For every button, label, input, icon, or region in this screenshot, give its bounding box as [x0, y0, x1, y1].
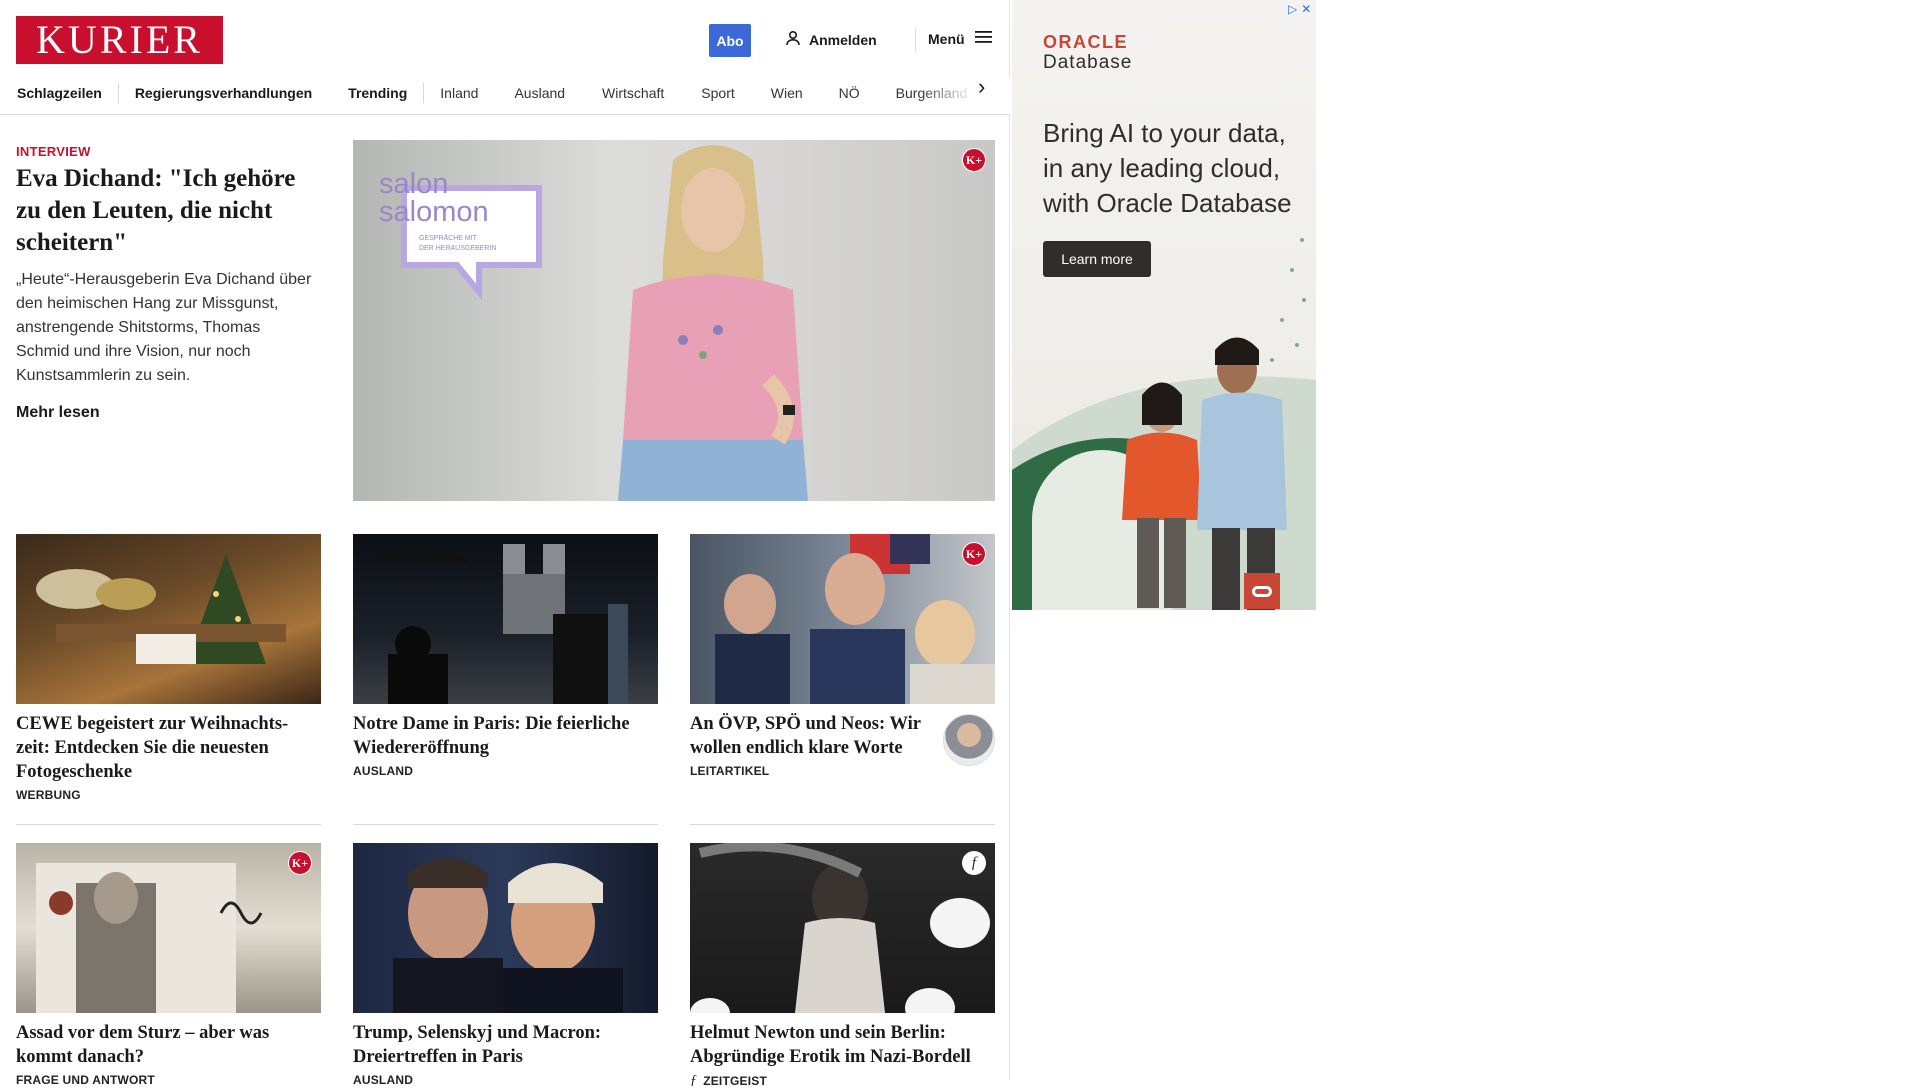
nav-fade	[920, 78, 1010, 114]
article-title[interactable]: Assad vor dem Sturz – aber was kommt dan…	[16, 1021, 321, 1069]
article-title[interactable]: Helmut Newton und sein Berlin: Abgründig…	[690, 1021, 995, 1069]
ad-illustration	[1012, 238, 1316, 610]
nav-item-regierungsverhandlungen[interactable]: Regierungsverhandlungen	[135, 81, 312, 105]
article-image[interactable]: K+	[16, 843, 321, 1013]
macron-trump-photo	[393, 858, 623, 1013]
newton-photo	[690, 843, 990, 1013]
category-label: AUSLAND	[353, 764, 414, 778]
salon-word: salon	[379, 168, 449, 200]
hero-title[interactable]: Eva Dichand: "Ich gehöre zu den Leuten, …	[16, 163, 316, 259]
hamburger-icon	[974, 30, 993, 47]
row-divider	[353, 824, 658, 825]
notre-dame-photo	[373, 544, 628, 704]
nav-item-wien[interactable]: Wien	[771, 81, 803, 105]
row-divider	[16, 824, 321, 825]
nav-scroll-right-icon[interactable]: ›	[978, 76, 985, 98]
assad-poster-photo	[36, 863, 263, 1013]
category-label: AUSLAND	[353, 1073, 414, 1087]
kplus-badge-icon: K+	[288, 851, 312, 875]
feature-badge-icon: f	[962, 851, 986, 875]
read-more-link[interactable]: Mehr lesen	[16, 404, 100, 422]
salomon-word: salomon	[379, 196, 489, 228]
menu-button[interactable]: Menü	[928, 30, 993, 47]
article-title[interactable]: An ÖVP, SPÖ und Neos: Wir wollen endlich…	[690, 712, 935, 760]
hero-teaser: „Heute“-Herausgeberin Eva Dichand über d…	[16, 271, 312, 384]
article-title[interactable]: Trump, Selenskyj und Macron: Dreiertreff…	[353, 1021, 658, 1069]
salon-subtitle-2: DER HERAUSGEBERIN	[419, 245, 497, 252]
article-image[interactable]	[353, 534, 658, 704]
article-card[interactable]: K+ Assad vor dem Sturz – aber was kommt …	[16, 843, 321, 1087]
category-label: ZEITGEIST	[703, 1074, 768, 1088]
article-image[interactable]: K+	[690, 534, 995, 704]
hero-image[interactable]: salon salomon GESPRÄCHE MIT DER HERAUSGE…	[353, 140, 995, 501]
article-card[interactable]: f Helmut Newton und sein Berlin: Abgründ…	[690, 843, 995, 1089]
menu-label: Menü	[928, 30, 965, 47]
nav-item-wirtschaft[interactable]: Wirtschaft	[602, 81, 664, 105]
article-category: FRAGE UND ANTWORT	[16, 1073, 321, 1087]
ad-info-icon[interactable]: ▷	[1288, 2, 1297, 16]
kplus-badge-icon: K+	[962, 542, 986, 566]
nav-divider	[423, 83, 425, 103]
feature-icon: ƒ	[690, 1073, 698, 1088]
row-divider	[690, 824, 995, 825]
article-title[interactable]: CEWE begeistert zur Weihnachts-zeit: Ent…	[16, 712, 321, 784]
article-card[interactable]: K+ An ÖVP, SPÖ und Neos: Wir wollen endl…	[690, 534, 995, 778]
christmas-photo	[36, 554, 286, 664]
article-category: LEITARTIKEL	[690, 764, 995, 778]
nav-item-ausland[interactable]: Ausland	[514, 81, 565, 105]
nav-divider	[117, 83, 119, 103]
author-avatar[interactable]	[943, 714, 995, 766]
ad-choices[interactable]: ▷ ✕	[1288, 2, 1311, 16]
header-divider	[915, 28, 916, 52]
article-category: AUSLAND	[353, 1073, 658, 1087]
hero-kicker: INTERVIEW	[16, 144, 91, 159]
article-card[interactable]: Trump, Selenskyj und Macron: Dreiertreff…	[353, 843, 658, 1087]
politicians-photo	[715, 534, 995, 704]
news-site: KURIER Abo Anmelden Menü Schlagzeilen Re…	[0, 0, 1010, 1088]
nav-item-sport[interactable]: Sport	[701, 81, 734, 105]
article-image[interactable]	[353, 843, 658, 1013]
user-icon	[785, 30, 801, 49]
nav-item-inland[interactable]: Inland	[440, 81, 478, 105]
article-card[interactable]: CEWE begeistert zur Weihnachts-zeit: Ent…	[16, 534, 321, 802]
ad-close-icon[interactable]: ✕	[1301, 2, 1311, 16]
oracle-mark-icon	[1244, 573, 1280, 609]
nav-item-trending[interactable]: Trending	[348, 81, 407, 105]
login-button[interactable]: Anmelden	[785, 30, 877, 49]
nav-item-schlagzeilen[interactable]: Schlagzeilen	[17, 81, 102, 105]
oracle-advertisement[interactable]: ORACLE Database Bring AI to your data, i…	[1012, 0, 1316, 610]
category-label: FRAGE UND ANTWORT	[16, 1073, 155, 1087]
kplus-badge-icon: K+	[962, 148, 986, 172]
category-label: LEITARTIKEL	[690, 764, 770, 778]
article-category: ƒ ZEITGEIST	[690, 1073, 995, 1089]
salon-salomon-logo: salon salomon GESPRÄCHE MIT DER HERAUSGE…	[379, 168, 549, 301]
abo-button[interactable]: Abo	[709, 24, 751, 57]
nav-item-noe[interactable]: NÖ	[839, 81, 860, 105]
article-category: WERBUNG	[16, 788, 321, 802]
category-label: WERBUNG	[16, 788, 81, 802]
article-card[interactable]: Notre Dame in Paris: Die feierliche Wied…	[353, 534, 658, 778]
main-navigation: Schlagzeilen Regierungsverhandlungen Tre…	[0, 78, 1010, 115]
portrait-photo	[618, 145, 808, 501]
kurier-logo[interactable]: KURIER	[16, 16, 223, 64]
article-image[interactable]: f	[690, 843, 995, 1013]
salon-subtitle-1: GESPRÄCHE MIT	[419, 235, 477, 242]
article-image[interactable]	[16, 534, 321, 704]
article-category: AUSLAND	[353, 764, 658, 778]
article-title[interactable]: Notre Dame in Paris: Die feierliche Wied…	[353, 712, 658, 760]
login-label: Anmelden	[809, 31, 877, 48]
